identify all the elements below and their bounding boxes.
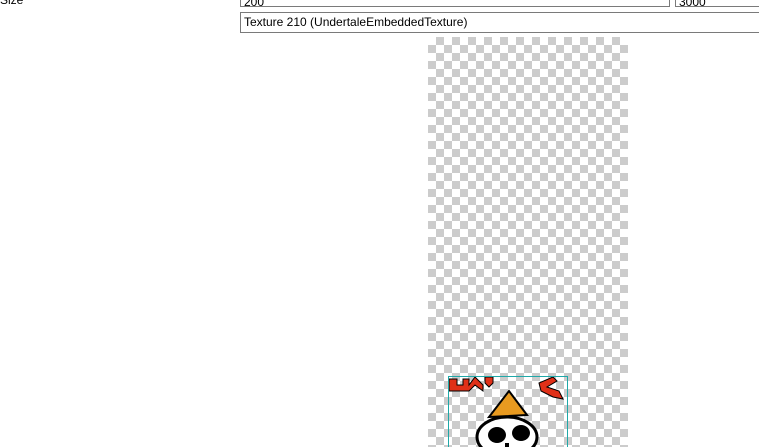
size-width-field[interactable]: 200 (240, 0, 670, 7)
size-height-field[interactable]: 3000 (675, 0, 759, 7)
size-label: Size (0, 0, 24, 7)
texture-page-editor: Size 200 3000 Texture 210 (UndertaleEmbe… (0, 0, 759, 447)
sprite-bounds-box[interactable] (448, 376, 568, 447)
texture-reference-field[interactable]: Texture 210 (UndertaleEmbeddedTexture) (240, 12, 759, 33)
skull-party-hat-sprite-icon (449, 377, 564, 447)
